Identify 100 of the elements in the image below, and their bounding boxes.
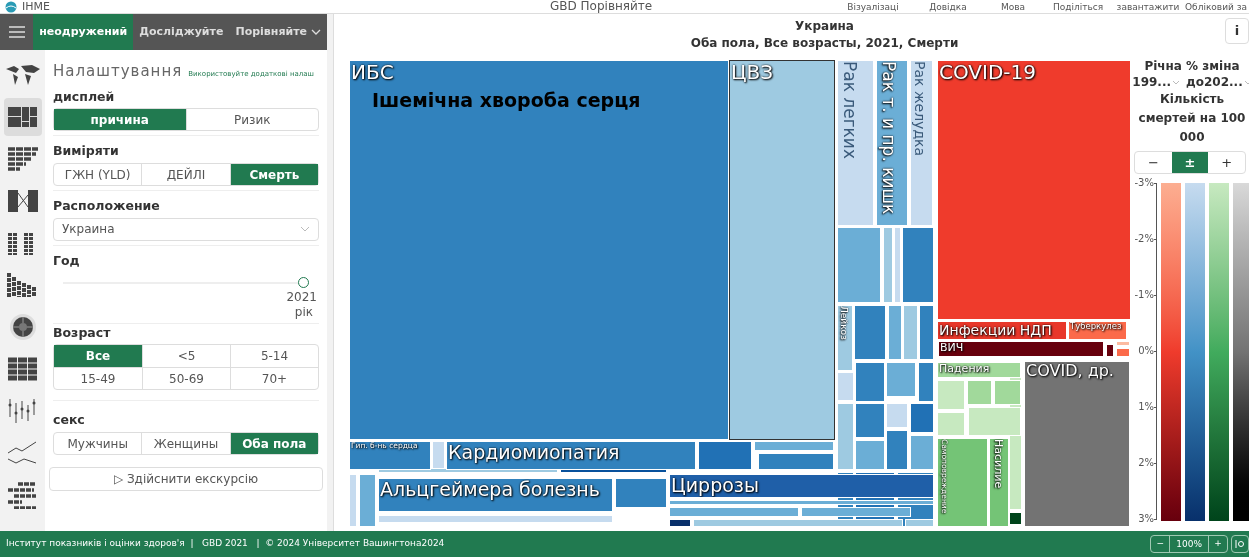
treemap-tile[interactable]: Циррозы <box>669 474 934 498</box>
age-option[interactable]: 50-69 <box>142 367 230 390</box>
header-link[interactable]: Довідка <box>913 0 983 13</box>
treemap-tile <box>1106 344 1114 357</box>
header-link[interactable]: Обліковий за <box>1183 0 1249 13</box>
treemap-tile <box>888 305 902 360</box>
age-option[interactable]: <5 <box>142 345 230 368</box>
tile-label: Кардиомиопатия <box>448 442 620 464</box>
header-link[interactable]: завантажити <box>1113 0 1183 13</box>
treemap-tile <box>919 305 934 360</box>
option-button[interactable]: ДЕЙЛІ <box>141 164 230 185</box>
zoom-level: 100% <box>1169 536 1209 552</box>
chart-subtitle: Оба пола, Все возрасты, 2021, Смерти <box>690 35 959 52</box>
option-button[interactable]: Мужчины <box>54 433 142 454</box>
mode-button[interactable]: − <box>1135 152 1172 173</box>
treemap-tile[interactable]: Кардиомиопатия <box>446 441 696 470</box>
chart-title: Украина <box>795 18 854 35</box>
info-button[interactable]: i <box>1225 18 1249 44</box>
treemap-tile[interactable]: Инфекции НДП <box>937 321 1067 340</box>
mode-button[interactable]: + <box>1208 152 1245 173</box>
panel-title: Налаштування <box>53 61 183 82</box>
year-value: 2021 <box>286 288 317 305</box>
view-button[interactable] <box>3 98 42 136</box>
legend-subtitle: Кількість смертей на 100 000 <box>1137 91 1247 146</box>
treemap-tile[interactable]: Рак легких <box>837 60 874 226</box>
tile-label: Насилие <box>991 439 1004 489</box>
tile-label: Рак т. и пр. кишк <box>878 61 898 215</box>
header-link[interactable]: Поділіться <box>1043 0 1113 13</box>
footer-text: Інститут показників і оцінки здоров'я | GBD 2021 | © 2024 Університет Вашингтона2024 <box>6 537 445 551</box>
mode-button[interactable]: ± <box>1171 152 1209 173</box>
treemap-tile <box>1116 341 1130 346</box>
header-link[interactable]: Візуалізаці <box>833 0 913 13</box>
nav-tab[interactable]: неодружений <box>33 14 134 50</box>
tile-label: Падения <box>939 363 990 376</box>
arrow-chart-icon <box>5 187 40 215</box>
section-label: Возраст <box>53 323 112 342</box>
tile-label: Туберкулез <box>1070 322 1122 332</box>
nav-tab[interactable]: Досліджуйте <box>133 14 230 50</box>
treemap-tile <box>837 372 854 401</box>
age-option[interactable]: 70+ <box>230 367 318 390</box>
option-button[interactable]: Смерть <box>229 164 318 185</box>
option-button[interactable]: Женщины <box>141 433 230 454</box>
treemap-tile <box>937 412 965 436</box>
option-button[interactable]: Оба пола <box>229 433 318 454</box>
tile-label: ЦВЗ <box>731 61 774 84</box>
treemap-tile[interactable]: Альцгеймера болезнь <box>378 478 613 512</box>
section-label: секс <box>53 411 86 430</box>
tile-label: Альцгеймера болезнь <box>380 479 600 501</box>
year-unit: рік <box>294 304 314 319</box>
logo-text: IHME <box>22 0 50 13</box>
chevron-down-icon <box>1243 79 1249 85</box>
period-select[interactable]: 199... <box>1132 74 1181 90</box>
option-button[interactable]: ГЖН (YLD) <box>54 164 142 185</box>
treemap-tile <box>669 519 691 527</box>
treemap-tile <box>1116 348 1130 357</box>
chevron-down-icon <box>1172 79 1181 85</box>
period-select[interactable]: до202... <box>1186 74 1249 90</box>
age-option[interactable]: Все <box>54 345 142 368</box>
treemap-tile[interactable]: COVID, др. <box>1024 361 1130 527</box>
treemap-tile <box>855 403 885 438</box>
axis-tick-label: 0% <box>1138 346 1154 356</box>
tile-label: Циррозы <box>671 475 759 497</box>
treemap-tile[interactable]: COVID-19 <box>937 60 1131 320</box>
section-label: Виміряти <box>53 142 120 161</box>
tile-label: Инфекции НДП <box>939 322 1052 339</box>
treemap-tile <box>698 441 752 470</box>
tile-label: Рак легких <box>839 61 859 159</box>
nav-tab[interactable]: Порівняйте <box>229 14 327 50</box>
axis-tick-label: 3% <box>1138 514 1154 524</box>
year-slider[interactable] <box>63 276 309 289</box>
axis-tick-label: -1% <box>1134 290 1154 300</box>
header-link[interactable]: Мова <box>983 0 1043 13</box>
tile-label: COVID, др. <box>1026 362 1114 381</box>
treemap-tile <box>918 362 934 402</box>
age-option[interactable]: 15-49 <box>54 367 142 390</box>
treemap-tile <box>855 440 885 470</box>
treemap-tile <box>855 362 885 402</box>
tile-label: COVID-19 <box>939 61 1036 84</box>
axis-tick-label: -3% <box>1134 178 1154 188</box>
slider-thumb[interactable] <box>298 276 309 288</box>
stacked-chart-icon <box>5 145 40 173</box>
section-label: дисплей <box>53 87 116 106</box>
treemap-tile <box>886 403 908 428</box>
zoom-out-button[interactable]: − <box>1151 536 1170 552</box>
treemap-tile[interactable]: Рак желудка <box>910 60 933 226</box>
treemap-tile <box>886 362 916 397</box>
treemap-tile <box>854 305 886 360</box>
zoom-in-button[interactable]: + <box>1209 536 1227 552</box>
legend-title: Річна % зміна <box>1144 58 1240 74</box>
page-title: GBD Порівняйте <box>550 0 653 13</box>
option-button[interactable]: причина <box>54 109 186 131</box>
tile-label: Рак желудка <box>912 61 929 157</box>
treemap-tile <box>359 474 376 527</box>
age-option[interactable]: 5-14 <box>230 345 318 368</box>
location-select[interactable]: Украина <box>53 217 319 241</box>
treemap-tile[interactable]: ВИЧ <box>938 341 1104 357</box>
grid-chart-icon <box>5 355 40 383</box>
axis-tick-label: 1% <box>1138 402 1154 412</box>
tour-button[interactable]: ▷ Здійснити екскурсію <box>49 467 323 491</box>
option-button[interactable]: Ризик <box>185 109 318 131</box>
